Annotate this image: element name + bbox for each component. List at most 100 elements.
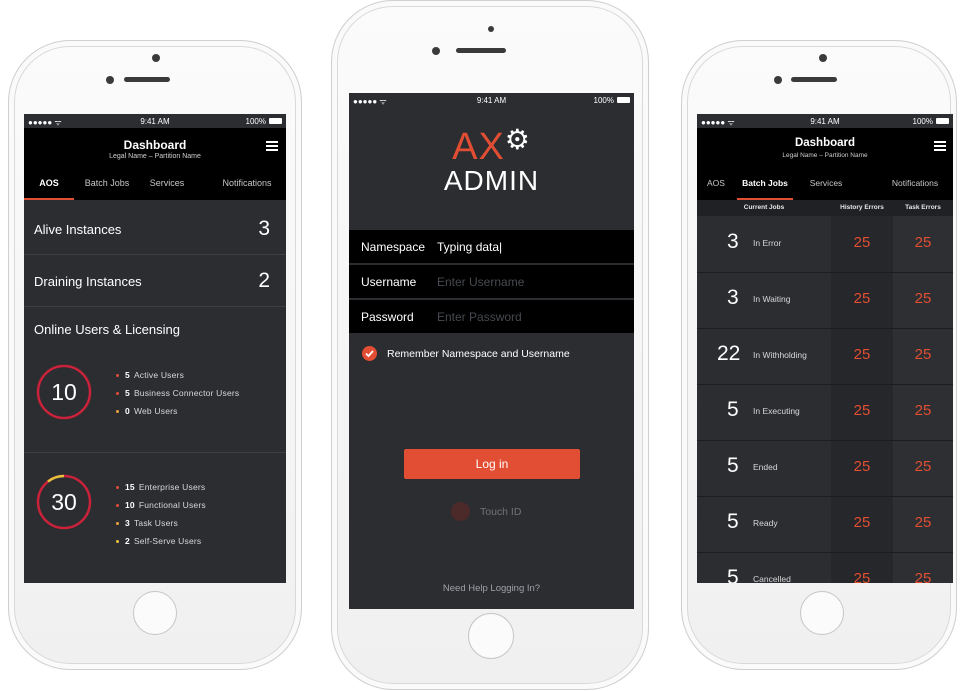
history-errors-value: 25 (853, 458, 871, 475)
users-ring-chart-2: 30 (36, 474, 92, 530)
legend-item: 3 Task Users (116, 514, 206, 532)
username-input[interactable] (437, 274, 627, 290)
tab-services[interactable]: Services (138, 166, 196, 200)
active-tab-indicator (24, 198, 74, 200)
job-status-label: Cancelled (753, 574, 791, 583)
job-row[interactable]: 5 Cancelled 25 25 (697, 553, 953, 583)
battery-percent: 100% (912, 117, 933, 126)
col-header-history-errors: History Errors (840, 204, 884, 211)
legend-item: 0 Web Users (116, 402, 239, 420)
hamburger-menu-icon[interactable] (266, 141, 278, 151)
hamburger-menu-icon[interactable] (934, 141, 946, 151)
remember-label: Remember Namespace and Username (387, 348, 570, 360)
legend-item: 5 Business Connector Users (116, 384, 239, 402)
job-status-label: Ready (753, 518, 778, 528)
namespace-row: Namespace (349, 230, 634, 264)
front-camera (819, 54, 827, 62)
phone-dashboard-aos: ●●●●● ᯤ 9:41 AM 100% Dashboard Legal Nam… (8, 40, 302, 670)
task-errors-value: 25 (914, 570, 932, 583)
legend-item: 5 Active Users (116, 366, 239, 384)
tab-batch-jobs[interactable]: Batch Jobs (735, 166, 795, 200)
job-row[interactable]: 5 In Executing 25 25 (697, 385, 953, 441)
task-errors-value: 25 (914, 402, 932, 419)
job-count: 3 (727, 286, 739, 309)
tab-batch-jobs[interactable]: Batch Jobs (76, 166, 138, 200)
history-errors-value: 25 (853, 234, 871, 251)
status-time: 9:41 AM (476, 96, 507, 105)
col-header-task-errors: Task Errors (905, 204, 941, 211)
tab-services[interactable]: Services (801, 166, 851, 200)
users-legend-1: 5 Active Users 5 Business Connector Users … (116, 366, 239, 420)
status-bar: ●●●●● ᯤ 9:41 AM 100% (349, 93, 634, 107)
page-title: Dashboard (123, 138, 187, 152)
login-button[interactable]: Log in (404, 449, 580, 479)
job-row[interactable]: 5 Ready 25 25 (697, 497, 953, 553)
job-row[interactable]: 3 In Error 25 25 (697, 217, 953, 273)
job-count: 22 (717, 342, 741, 365)
job-status-label: In Waiting (753, 294, 791, 304)
tab-notifications[interactable]: Notifications (208, 166, 286, 200)
namespace-input[interactable] (437, 239, 627, 255)
password-input[interactable] (437, 309, 627, 325)
screen-login: ●●●●● ᯤ 9:41 AM 100% AX⚙ ADMIN Namespace… (349, 93, 634, 609)
gear-icon: ⚙ (504, 124, 531, 155)
history-errors-value: 25 (853, 570, 871, 583)
task-errors-value: 25 (914, 514, 932, 531)
battery-icon (269, 118, 282, 124)
col-header-current-jobs: Current Jobs (743, 204, 785, 211)
checkmark-icon[interactable] (362, 346, 377, 361)
job-row[interactable]: 22 In Withholding 25 25 (697, 329, 953, 385)
touch-id-label[interactable]: Touch ID (480, 506, 521, 518)
ring-total-2: 30 (51, 489, 77, 515)
app-header: Dashboard Legal Name – Partition Name (697, 128, 953, 166)
licensing-label: Online Users & Licensing (34, 322, 180, 337)
task-errors-value: 25 (914, 234, 932, 251)
page-subtitle: Legal Name – Partition Name (782, 152, 868, 159)
tab-aos[interactable]: AOS (24, 166, 74, 200)
alive-instances-label: Alive Instances (34, 222, 122, 237)
app-logo-ax: AX⚙ (452, 124, 531, 168)
legend-dot-icon (116, 392, 119, 396)
task-errors-value: 25 (914, 458, 932, 475)
home-button[interactable] (468, 613, 514, 659)
job-status-label: Ended (753, 462, 778, 472)
app-header: Dashboard Legal Name – Partition Name (24, 128, 286, 166)
job-count: 3 (727, 230, 739, 253)
help-link[interactable]: Need Help Logging In? (349, 583, 634, 594)
job-status-label: In Executing (753, 406, 800, 416)
tab-aos[interactable]: AOS (697, 166, 735, 200)
legend-item: 2 Self-Serve Users (116, 532, 206, 550)
fingerprint-icon[interactable] (451, 502, 470, 521)
page-subtitle: Legal Name – Partition Name (109, 153, 201, 160)
home-button[interactable] (133, 591, 177, 635)
legend-dot-icon (116, 540, 119, 544)
job-row[interactable]: 3 In Waiting 25 25 (697, 273, 953, 329)
history-errors-value: 25 (853, 346, 871, 363)
tab-notifications[interactable]: Notifications (877, 166, 953, 200)
battery-percent: 100% (593, 96, 614, 105)
history-errors-value: 25 (853, 514, 871, 531)
legend-item: 10 Functional Users (116, 496, 206, 514)
front-camera (152, 54, 160, 62)
job-status-label: In Error (753, 238, 782, 248)
tab-bar: AOS Batch Jobs Services Notifications (24, 166, 286, 200)
sensor-dot (774, 76, 782, 84)
sensor-dot (432, 47, 440, 55)
app-logo-admin: ADMIN (443, 165, 540, 196)
tab-bar: AOS Batch Jobs Services Notifications (697, 166, 953, 200)
job-row[interactable]: 5 Ended 25 25 (697, 441, 953, 497)
home-button[interactable] (800, 591, 844, 635)
earpiece-speaker (791, 77, 837, 82)
sensor-dot (106, 76, 114, 84)
row-divider (24, 254, 286, 255)
job-count: 5 (727, 566, 739, 583)
screen-batch-jobs: ●●●●● ᯤ 9:41 AM 100% Dashboard Legal Nam… (697, 114, 953, 583)
earpiece-speaker (124, 77, 170, 82)
legend-dot-icon (116, 522, 119, 526)
username-label: Username (361, 275, 417, 289)
password-row: Password (349, 300, 634, 334)
page-title: Dashboard (794, 137, 856, 149)
legend-dot-icon (116, 374, 119, 378)
username-row: Username (349, 265, 634, 299)
history-errors-value: 25 (853, 290, 871, 307)
